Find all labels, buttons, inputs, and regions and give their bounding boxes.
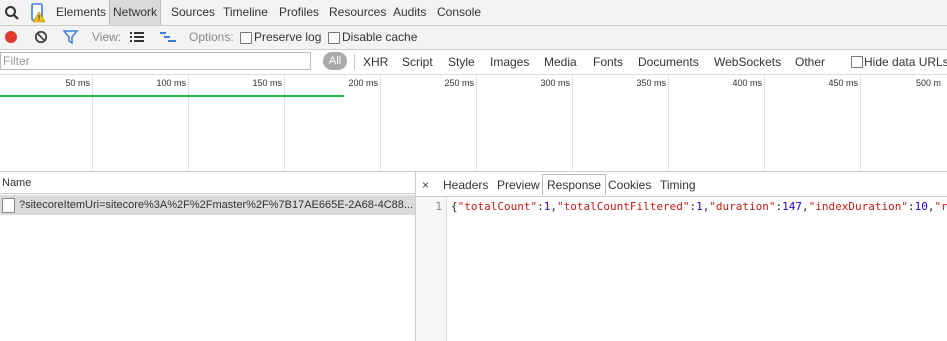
gridline [764,75,765,171]
detail-tab-bar: × Headers Preview Response Cookies Timin… [416,172,947,197]
filter-type-fonts[interactable]: Fonts [593,50,623,74]
tab-headers[interactable]: Headers [443,175,488,195]
filter-type-documents[interactable]: Documents [638,50,699,74]
filter-bar: All XHR Script Style Images Media Fonts … [0,50,947,75]
table-row[interactable]: ?sitecoreItemUri=sitecore%3A%2F%2Fmaster… [0,195,415,215]
tab-audits[interactable]: Audits [393,0,426,25]
line-number: 1 [435,200,442,213]
filter-type-media[interactable]: Media [544,50,577,74]
preserve-log-label[interactable]: Preserve log [254,26,321,49]
tick-label: 300 ms [540,78,570,88]
timeline-overview[interactable]: 50 ms 100 ms 150 ms 200 ms 250 ms 300 ms… [0,75,947,172]
gridline [668,75,669,171]
disable-cache-checkbox[interactable] [328,32,340,44]
tab-timing[interactable]: Timing [660,175,696,195]
tab-network[interactable]: Network [109,0,162,25]
filter-type-websockets[interactable]: WebSockets [714,50,781,74]
filter-type-script[interactable]: Script [402,50,433,74]
tick-label: 50 ms [65,78,90,88]
list-view-icon[interactable] [130,31,144,43]
gridline [380,75,381,171]
preserve-log-checkbox[interactable] [240,32,252,44]
request-name[interactable]: ?sitecoreItemUri=sitecore%3A%2F%2Fmaster… [19,195,413,215]
document-icon [2,198,15,213]
gridline [92,75,93,171]
filter-type-xhr[interactable]: XHR [363,50,388,74]
filter-type-other[interactable]: Other [795,50,825,74]
hide-data-urls-label[interactable]: Hide data URLs [864,50,947,74]
tick-label: 400 ms [732,78,762,88]
tick-label: 350 ms [636,78,666,88]
filter-icon[interactable] [62,30,79,45]
tab-elements[interactable]: Elements [56,0,106,25]
options-label: Options: [189,30,234,44]
filter-input[interactable] [0,52,311,70]
filter-type-all[interactable]: All [323,52,347,70]
request-detail-panel: × Headers Preview Response Cookies Timin… [416,172,947,341]
inspect-element-icon[interactable] [4,5,20,21]
view-label: View: [92,30,122,44]
tab-response[interactable]: Response [542,174,607,195]
waterfall-view-icon[interactable] [160,31,176,43]
tick-label: 250 ms [444,78,474,88]
filter-type-images[interactable]: Images [490,50,529,74]
gridline [476,75,477,171]
tab-preview[interactable]: Preview [497,175,540,195]
disable-cache-label[interactable]: Disable cache [342,26,417,49]
tick-label: 200 ms [348,78,378,88]
close-icon[interactable]: × [422,175,429,195]
tab-resources[interactable]: Resources [329,0,386,25]
line-number-gutter: 1 [416,197,447,341]
timeline-bar [0,95,344,97]
tab-profiles[interactable]: Profiles [279,0,319,25]
gridline [188,75,189,171]
gridline [284,75,285,171]
gridline [860,75,861,171]
network-toolbar: View: Options: Preserve log Disable cach… [0,26,947,50]
record-icon[interactable] [4,30,18,44]
request-list: Name ?sitecoreItemUri=sitecore%3A%2F%2Fm… [0,172,416,341]
tick-label: 100 ms [156,78,186,88]
tab-console[interactable]: Console [437,0,481,25]
device-mode-icon[interactable] [30,3,48,23]
filter-type-style[interactable]: Style [448,50,475,74]
tick-label: 450 ms [828,78,858,88]
tab-timeline[interactable]: Timeline [223,0,268,25]
clear-icon[interactable] [34,30,48,44]
tab-sources[interactable]: Sources [171,0,215,25]
hide-data-urls-checkbox[interactable] [851,56,863,68]
name-column-header[interactable]: Name [0,172,415,194]
tick-label: 150 ms [252,78,282,88]
tick-label: 500 m [916,78,942,88]
tab-cookies[interactable]: Cookies [608,175,651,195]
response-body[interactable]: {"totalCount":1,"totalCountFiltered":1,"… [451,200,947,213]
gridline [572,75,573,171]
devtools-tab-bar: Elements Network Sources Timeline Profil… [0,0,947,26]
filter-divider [354,54,355,70]
